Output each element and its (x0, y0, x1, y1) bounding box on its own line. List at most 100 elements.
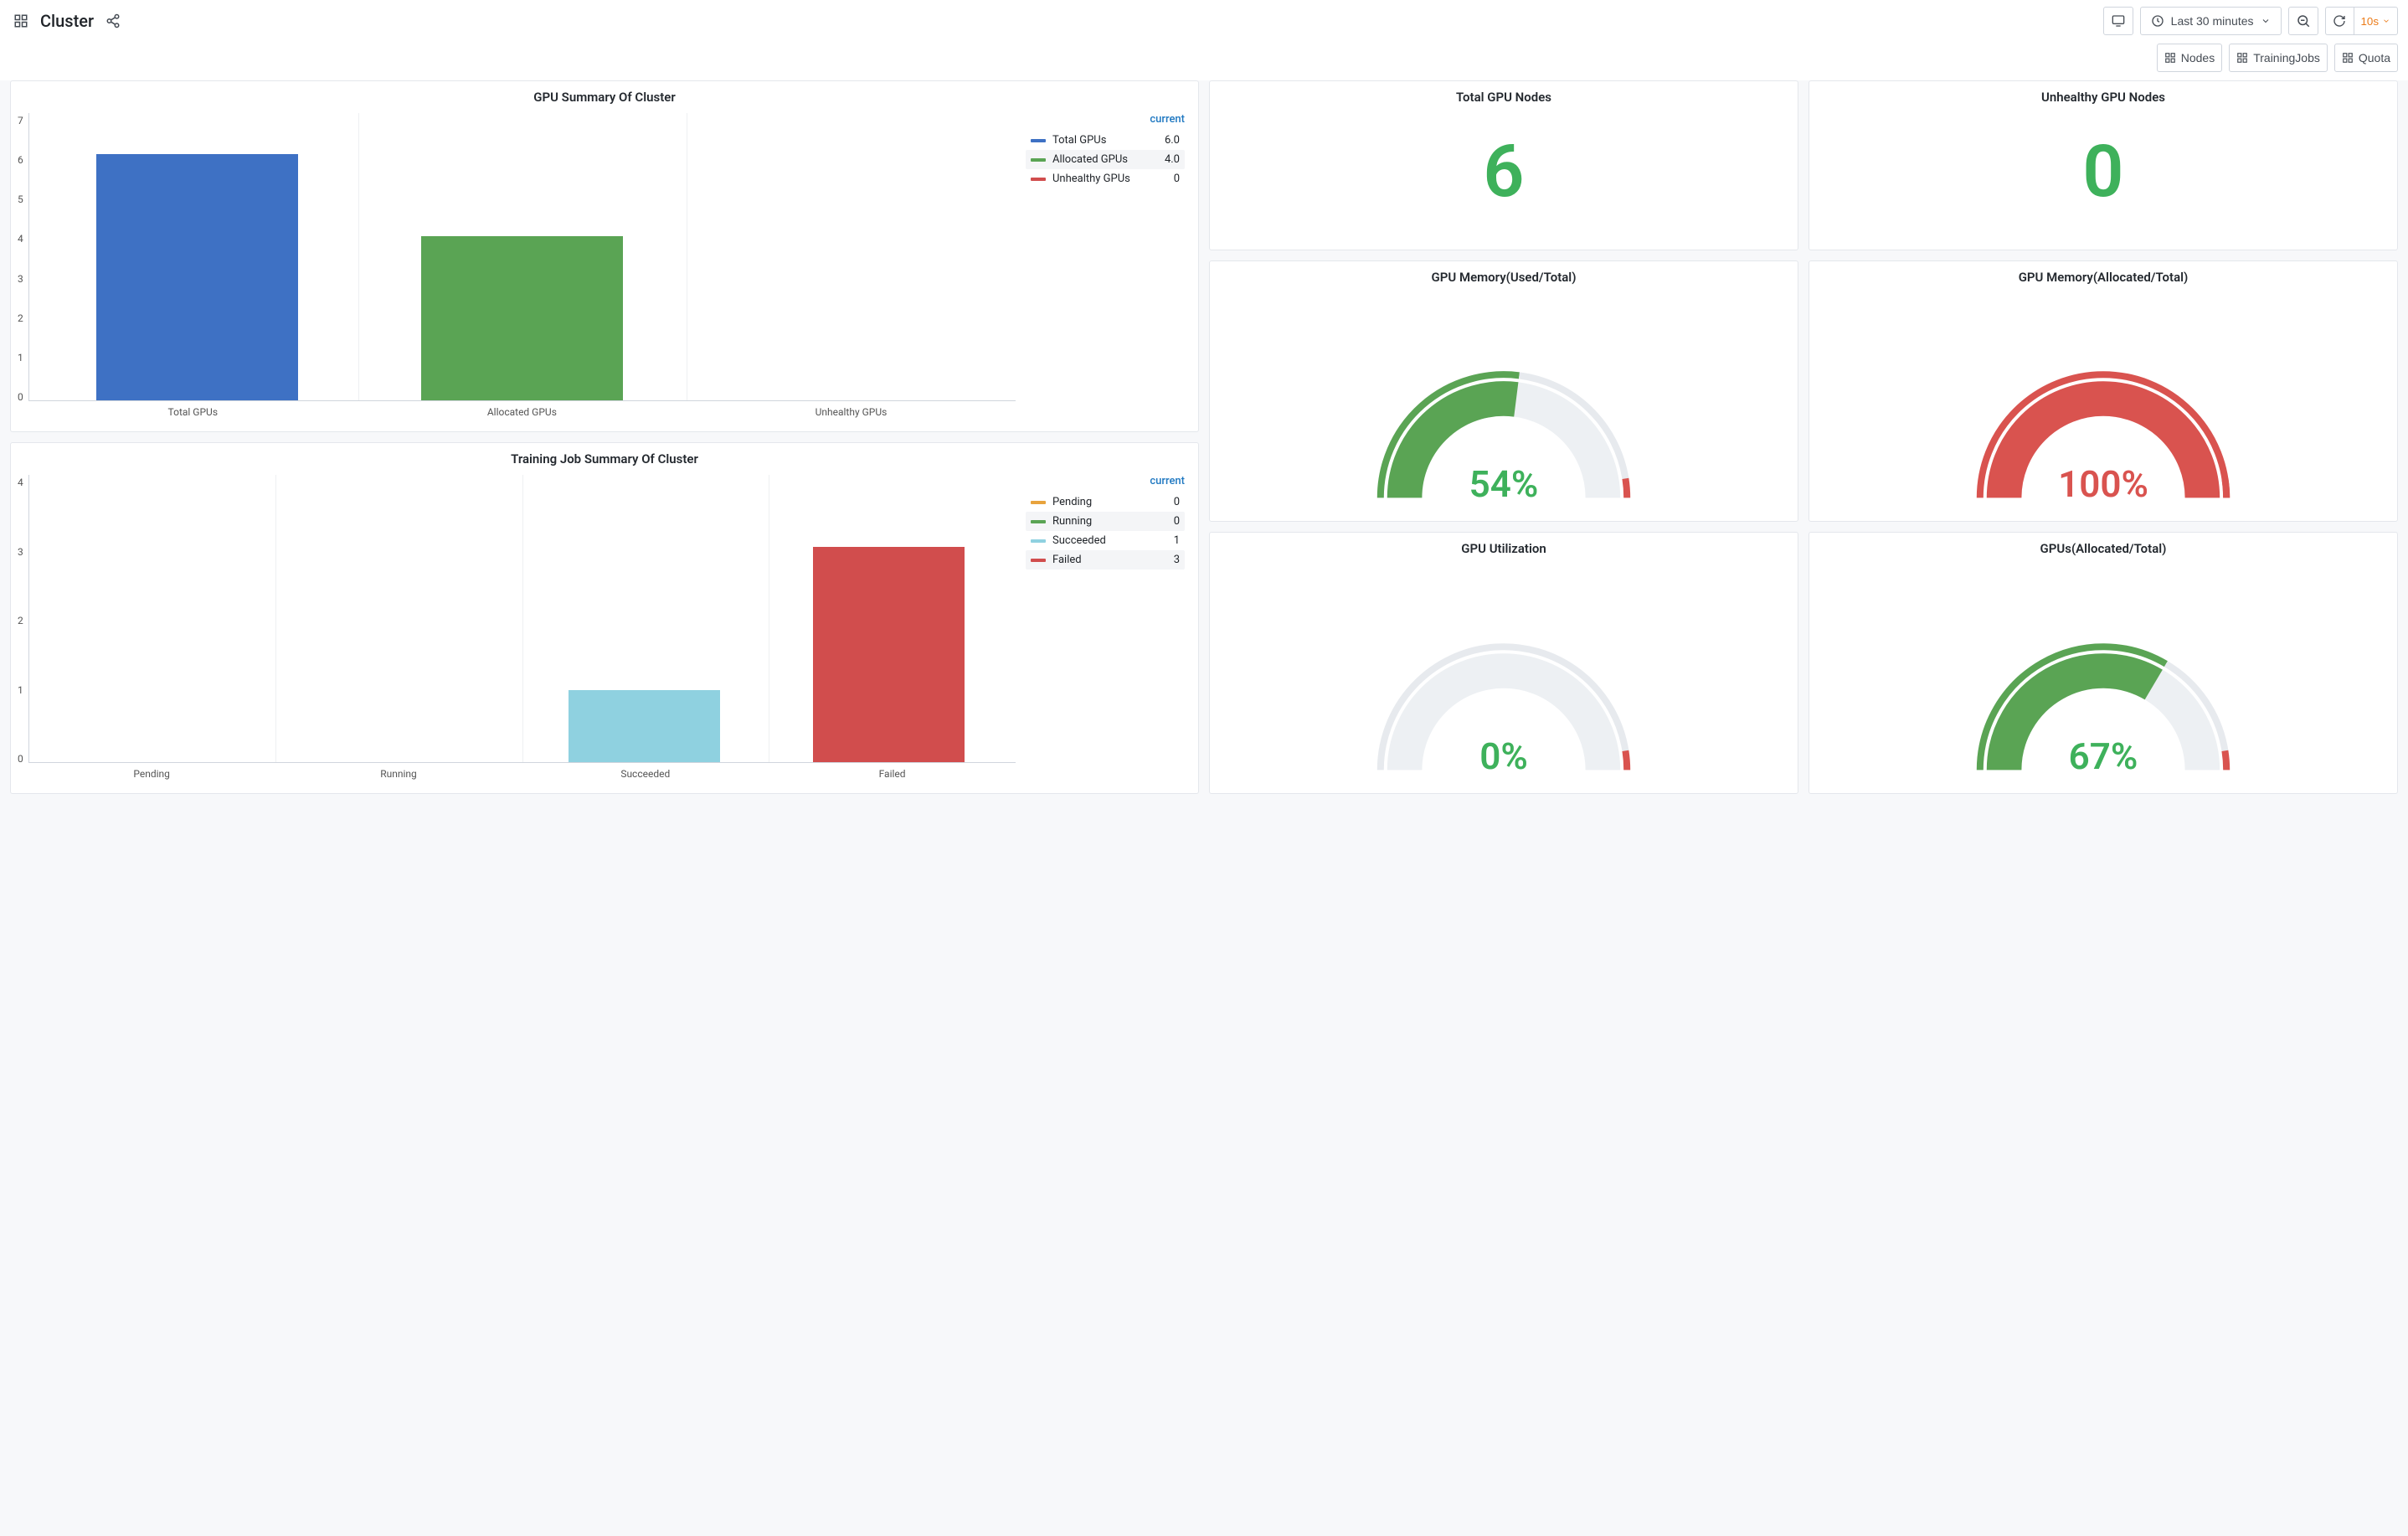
panel-title: GPU Memory(Used/Total) (1210, 261, 1798, 288)
legend-label: Succeeded (1052, 534, 1106, 547)
bar-region (28, 475, 1016, 763)
topbar-left: Cluster (10, 10, 124, 32)
stat-value: 0 (1809, 108, 2397, 250)
refresh-interval-picker[interactable]: 10s (2354, 7, 2399, 35)
panel-title: Unhealthy GPU Nodes (1809, 81, 2397, 108)
legend-swatch (1031, 539, 1046, 543)
legend-row[interactable]: Allocated GPUs 4.0 (1026, 150, 1185, 169)
bar-slot (766, 475, 1011, 762)
x-tick-label: Failed (769, 763, 1016, 780)
legend-value: 0 (1174, 173, 1180, 185)
panel-title: GPUs(Allocated/Total) (1809, 533, 2397, 559)
grid-icon (2236, 52, 2248, 64)
legend-swatch (1031, 501, 1046, 504)
link-quota[interactable]: Quota (2334, 44, 2398, 72)
chevron-down-icon (2382, 17, 2390, 25)
link-nodes-label: Nodes (2181, 51, 2215, 64)
refresh-group: 10s (2325, 7, 2399, 35)
legend-row[interactable]: Failed 3 (1026, 550, 1185, 570)
x-axis-labels: PendingRunningSucceededFailed (28, 763, 1016, 780)
bar-slot (522, 475, 767, 762)
legend-value: 1 (1174, 534, 1180, 547)
legend-value: 4.0 (1165, 153, 1180, 166)
panel-gpus-alloc[interactable]: GPUs(Allocated/Total) 67% (1809, 532, 2398, 794)
bar[interactable] (96, 154, 298, 400)
panel-unhealthy-gpu-nodes[interactable]: Unhealthy GPU Nodes 0 (1809, 80, 2398, 250)
x-tick-label: Total GPUs (28, 401, 358, 418)
legend-label: Pending (1052, 496, 1092, 508)
legend-header: current (1026, 113, 1185, 131)
time-range-picker[interactable]: Last 30 minutes (2140, 7, 2282, 35)
panel-job-summary[interactable]: Training Job Summary Of Cluster 43210 Pe… (10, 442, 1199, 794)
gauge-value: 54% (1469, 462, 1539, 506)
bar[interactable] (421, 236, 623, 400)
x-tick-label: Pending (28, 763, 275, 780)
y-axis: 43210 (18, 475, 28, 780)
panel-gpu-util[interactable]: GPU Utilization 0% (1209, 532, 1798, 794)
gauge-value: 100% (2058, 462, 2148, 506)
tv-mode-button[interactable] (2103, 7, 2133, 35)
dashboard-body: GPU Summary Of Cluster 76543210 Total GP… (0, 80, 2408, 804)
gauge-value: 0% (1479, 734, 1528, 778)
legend-swatch (1031, 559, 1046, 562)
legend-row[interactable]: Unhealthy GPUs0 (1026, 169, 1185, 188)
refresh-button[interactable] (2325, 7, 2354, 35)
link-training-jobs-label: TrainingJobs (2253, 51, 2320, 64)
legend-value: 6.0 (1165, 134, 1180, 147)
grid-icon (2342, 52, 2354, 64)
legend-value: 3 (1174, 554, 1180, 566)
bar-region (28, 113, 1016, 401)
legend: current Total GPUs 6.0 Allocated GPUs 4.0 Un… (1026, 113, 1185, 418)
grid-icon (2164, 52, 2176, 64)
gauge-value: 67% (2069, 734, 2138, 778)
bar-slot (278, 475, 522, 762)
legend-label: Total GPUs (1052, 134, 1106, 147)
bar[interactable] (813, 547, 965, 762)
y-axis: 76543210 (18, 113, 28, 418)
link-nodes[interactable]: Nodes (2157, 44, 2222, 72)
bars-wrap: PendingRunningSucceededFailed (28, 475, 1016, 780)
x-tick-label: Allocated GPUs (358, 401, 687, 418)
panel-gpu-mem-alloc[interactable]: GPU Memory(Allocated/Total) 100% (1809, 260, 2398, 523)
legend-swatch (1031, 139, 1046, 142)
gauge-body: 54% (1210, 288, 1798, 522)
legend-label: Allocated GPUs (1052, 153, 1128, 166)
panel-title: GPU Utilization (1210, 533, 1798, 559)
legend-label: Running (1052, 515, 1092, 528)
gauge-body: 100% (1809, 288, 2397, 522)
legend: current Pending0Running0Succeeded1Failed… (1026, 475, 1185, 780)
plot-area: 43210 PendingRunningSucceededFailed (18, 475, 1016, 780)
legend-swatch (1031, 520, 1046, 523)
x-tick-label: Succeeded (522, 763, 769, 780)
barchart-body: 43210 PendingRunningSucceededFailed curr… (11, 470, 1198, 793)
bar-slot (685, 113, 1011, 400)
left-column: GPU Summary Of Cluster 76543210 Total GP… (10, 80, 1199, 794)
legend-row[interactable]: Pending 0 (1026, 492, 1185, 512)
legend-value: 0 (1174, 515, 1180, 528)
zoom-out-button[interactable] (2288, 7, 2318, 35)
legend-swatch (1031, 178, 1046, 181)
share-icon[interactable] (102, 10, 124, 32)
gauge-body: 67% (1809, 559, 2397, 793)
x-tick-label: Unhealthy GPUs (687, 401, 1016, 418)
bar-slot (360, 113, 686, 400)
legend-row[interactable]: Total GPUs 6.0 (1026, 131, 1185, 150)
panel-total-gpu-nodes[interactable]: Total GPU Nodes 6 (1209, 80, 1798, 250)
page-title: Cluster (40, 11, 94, 31)
link-training-jobs[interactable]: TrainingJobs (2229, 44, 2328, 72)
panel-title: Training Job Summary Of Cluster (11, 443, 1198, 470)
plot-area: 76543210 Total GPUsAllocated GPUsUnhealt… (18, 113, 1016, 418)
topbar-right: Last 30 minutes 10s (2103, 7, 2398, 35)
legend-value: 0 (1174, 496, 1180, 508)
panel-gpu-summary[interactable]: GPU Summary Of Cluster 76543210 Total GP… (10, 80, 1199, 432)
right-column: Total GPU Nodes 6 Unhealthy GPU Nodes 0 … (1209, 80, 2398, 794)
dashboard-icon[interactable] (10, 10, 32, 32)
legend-row[interactable]: Running 0 (1026, 512, 1185, 531)
panel-title: GPU Memory(Allocated/Total) (1809, 261, 2397, 288)
panel-gpu-mem-used[interactable]: GPU Memory(Used/Total) 54% (1209, 260, 1798, 523)
legend-label: Failed (1052, 554, 1082, 566)
legend-row[interactable]: Succeeded 1 (1026, 531, 1185, 550)
bars-wrap: Total GPUsAllocated GPUsUnhealthy GPUs (28, 113, 1016, 418)
x-axis-labels: Total GPUsAllocated GPUsUnhealthy GPUs (28, 401, 1016, 418)
bar[interactable] (569, 690, 720, 762)
